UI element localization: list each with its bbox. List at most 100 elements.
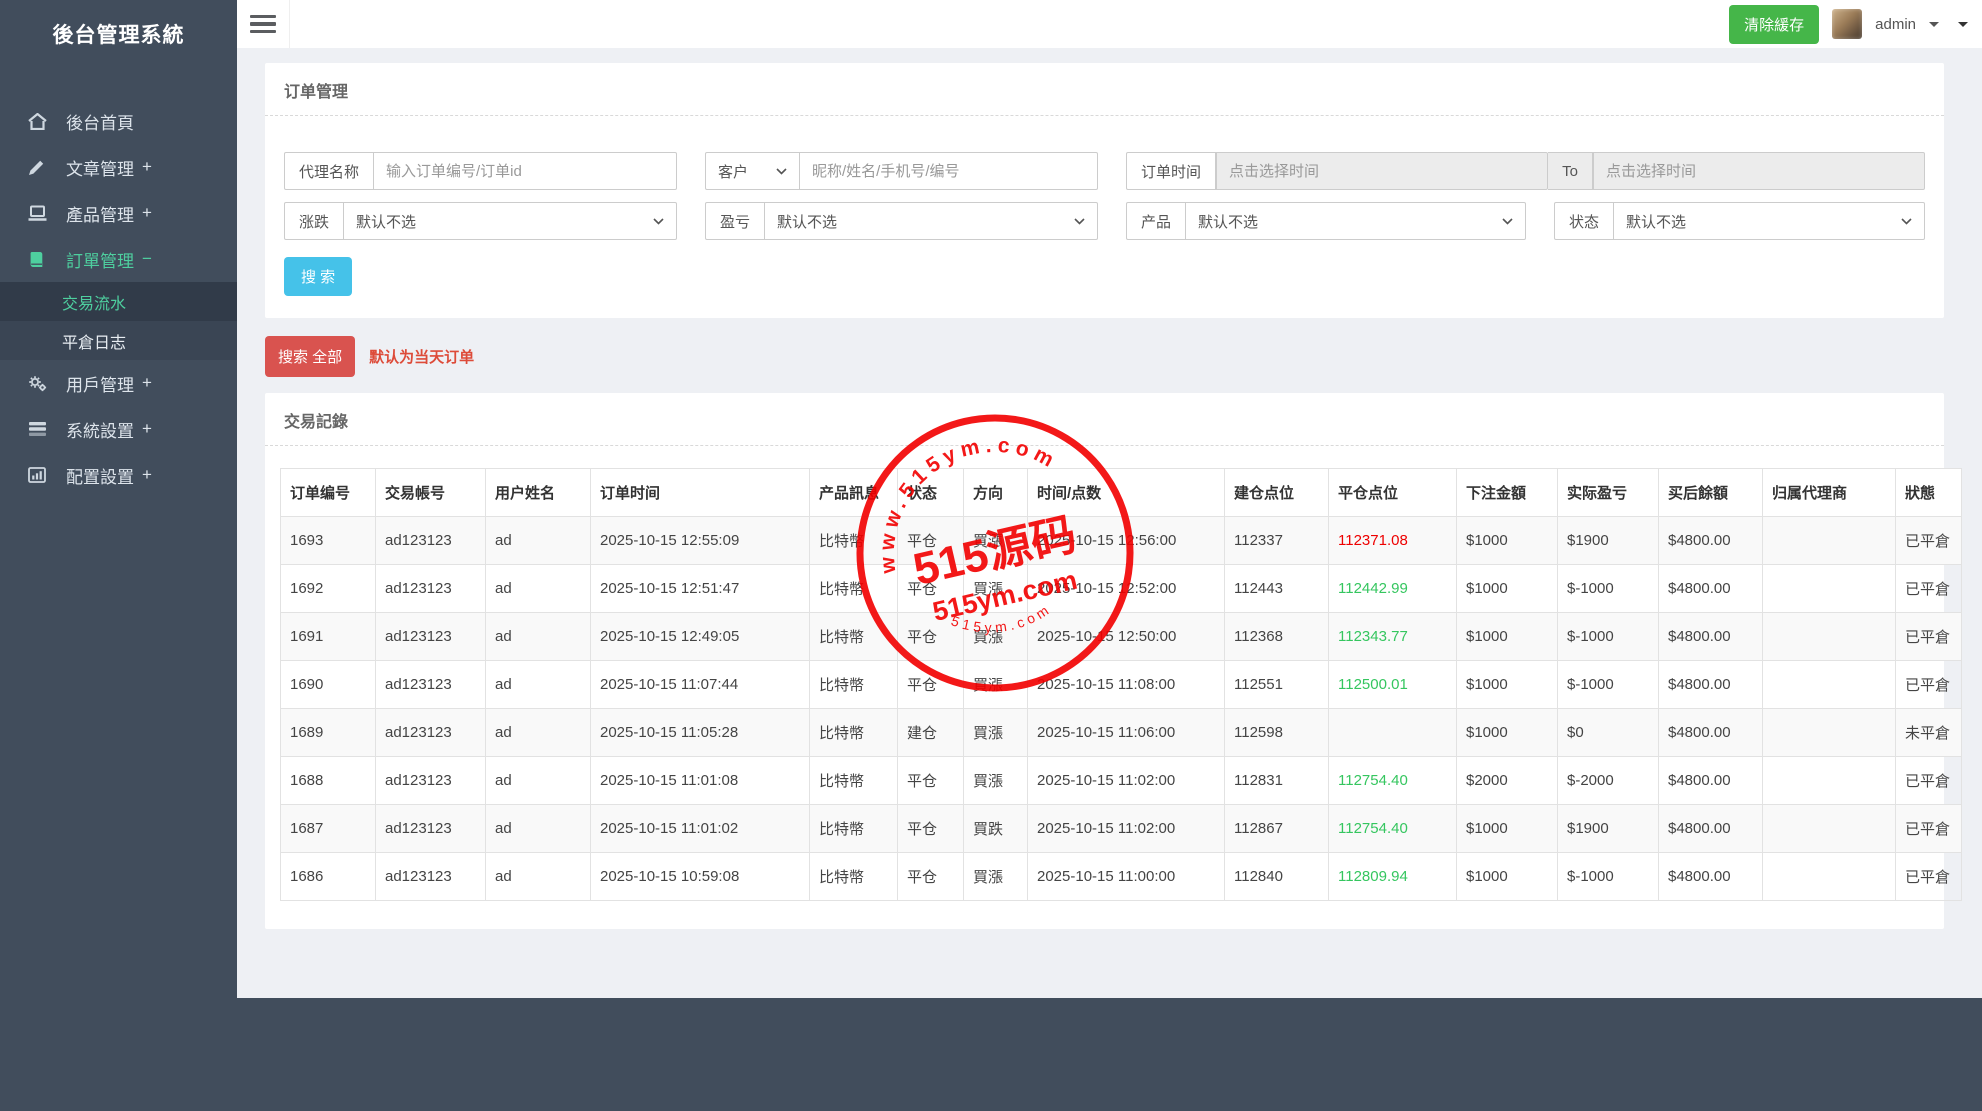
agent-label: 代理名称	[284, 152, 375, 190]
sidebar-nav: 後台首頁 文章管理 + 產品管理 + 訂單管理 − 交易流水 平倉日志 用戶管理…	[0, 98, 237, 498]
cell-account: ad123123	[375, 756, 486, 805]
cell-bet: $1000	[1456, 708, 1558, 757]
status-label: 状态	[1554, 202, 1615, 240]
caret-down-icon[interactable]	[1958, 21, 1968, 27]
sidebar-item-system[interactable]: 系統設置 +	[0, 406, 237, 452]
cell-product: 比特幣	[809, 852, 898, 901]
cell-user: ad	[485, 516, 591, 565]
cell-settle_time: 2025-10-15 12:52:00	[1027, 564, 1225, 613]
search-button[interactable]: 搜 索	[284, 257, 353, 296]
cell-order_time: 2025-10-15 11:01:08	[590, 756, 810, 805]
sidebar-subitem-close-log[interactable]: 平倉日志	[0, 321, 237, 360]
home-icon	[28, 112, 50, 130]
table-row: 1691 ad123123 ad 2025-10-15 12:49:05 比特幣 平仓 買漲…	[280, 612, 1962, 661]
page-title: 订单管理	[265, 63, 1944, 116]
search-all-button[interactable]: 搜索 全部	[265, 336, 356, 377]
table-row: 1688 ad123123 ad 2025-10-15 11:01:08 比特幣 平仓 買漲…	[280, 756, 1962, 805]
profit-select[interactable]: 默认不选	[765, 202, 1098, 240]
cell-close_point: 112371.08	[1328, 516, 1457, 565]
cell-account: ad123123	[375, 852, 486, 901]
cell-profit: $1900	[1557, 516, 1659, 565]
order-time-filter-group: 订单时间 To	[1126, 152, 1926, 190]
cell-direction: 買漲	[963, 564, 1028, 613]
cell-close_point: 112754.40	[1328, 756, 1457, 805]
customer-filter-group: 客户	[705, 152, 1098, 190]
cell-status: 建仓	[897, 708, 964, 757]
agent-input[interactable]	[374, 152, 677, 190]
cell-user: ad	[485, 564, 591, 613]
cell-agent	[1762, 516, 1896, 565]
cell-product: 比特幣	[809, 612, 898, 661]
sidebar-item-articles[interactable]: 文章管理 +	[0, 144, 237, 190]
sidebar-item-orders[interactable]: 訂單管理 −	[0, 236, 237, 282]
cell-bet: $1000	[1456, 804, 1558, 853]
cell-status: 平仓	[897, 852, 964, 901]
cell-open_point: 112831	[1224, 756, 1329, 805]
cell-profit: $-1000	[1557, 852, 1659, 901]
customer-input[interactable]	[800, 152, 1098, 190]
sidebar-item-label: 後台首頁	[66, 113, 134, 133]
cell-balance: $4800.00	[1658, 612, 1763, 661]
sidebar-item-products[interactable]: 產品管理 +	[0, 190, 237, 236]
column-header: 交易帳号	[375, 468, 486, 517]
records-card: 交易記錄 订单编号 交易帳号 用户姓名 订单时间 产品訊息 状态 方向 时间/点数 建仓点位 平仓…	[265, 393, 1962, 929]
cell-agent	[1762, 756, 1896, 805]
product-select[interactable]: 默认不选	[1186, 202, 1526, 240]
cell-settle_time: 2025-10-15 11:00:00	[1027, 852, 1225, 901]
column-header: 产品訊息	[809, 468, 898, 517]
sidebar-subitem-transactions[interactable]: 交易流水	[0, 282, 237, 321]
chevron-down-icon	[1074, 217, 1085, 225]
customer-select[interactable]: 客户	[705, 152, 800, 190]
username-label[interactable]: admin	[1875, 16, 1916, 33]
table-row: 1693 ad123123 ad 2025-10-15 12:55:09 比特幣 平仓 買漲…	[280, 516, 1962, 565]
cell-product: 比特幣	[809, 516, 898, 565]
cell-bet: $1000	[1456, 564, 1558, 613]
cell-balance: $4800.00	[1658, 564, 1763, 613]
records-table-body: 1693 ad123123 ad 2025-10-15 12:55:09 比特幣 平仓 買漲…	[280, 516, 1962, 901]
cell-product: 比特幣	[809, 708, 898, 757]
cell-agent	[1762, 612, 1896, 661]
cell-agent	[1762, 660, 1896, 709]
clear-cache-button[interactable]: 清除緩存	[1729, 4, 1820, 44]
avatar[interactable]	[1832, 9, 1863, 39]
cell-close_point: 112500.01	[1328, 660, 1457, 709]
records-table: 订单编号 交易帳号 用户姓名 订单时间 产品訊息 状态 方向 时间/点数 建仓点位 平仓点位 下注金…	[280, 468, 1962, 901]
cell-settle_time: 2025-10-15 11:02:00	[1027, 804, 1225, 853]
sidebar-item-users[interactable]: 用戶管理 +	[0, 360, 237, 406]
cell-profit: $-1000	[1557, 660, 1659, 709]
cell-product: 比特幣	[809, 660, 898, 709]
column-header: 归属代理商	[1762, 468, 1896, 517]
book-icon	[28, 250, 50, 268]
cell-direction: 買漲	[963, 852, 1028, 901]
cell-agent	[1762, 564, 1896, 613]
caret-down-icon[interactable]	[1929, 21, 1939, 27]
cell-close_point: 112343.77	[1328, 612, 1457, 661]
menu-toggle-button[interactable]	[237, 0, 290, 48]
cell-direction: 買跌	[963, 804, 1028, 853]
orders-submenu: 交易流水 平倉日志	[0, 282, 237, 360]
cell-order_time: 2025-10-15 10:59:08	[590, 852, 810, 901]
order-time-start-input[interactable]	[1216, 152, 1549, 190]
cell-id: 1691	[280, 612, 376, 661]
records-table-wrap: 订单编号 交易帳号 用户姓名 订单时间 产品訊息 状态 方向 时间/点数 建仓点位 平仓点位 下注金…	[265, 446, 1962, 929]
cell-order_time: 2025-10-15 12:49:05	[590, 612, 810, 661]
column-header: 订单时间	[590, 468, 810, 517]
footer-band	[0, 998, 1982, 1111]
cell-settle_time: 2025-10-15 11:08:00	[1027, 660, 1225, 709]
cell-settle_time: 2025-10-15 11:06:00	[1027, 708, 1225, 757]
order-time-end-input[interactable]	[1592, 152, 1926, 190]
cell-account: ad123123	[375, 516, 486, 565]
product-label: 产品	[1126, 202, 1187, 240]
updown-select[interactable]: 默认不选	[344, 202, 677, 240]
sidebar-item-config[interactable]: 配置設置 +	[0, 452, 237, 498]
status-select[interactable]: 默认不选	[1614, 202, 1925, 240]
cell-bet: $1000	[1456, 612, 1558, 661]
cell-status: 平仓	[897, 516, 964, 565]
cell-status: 平仓	[897, 564, 964, 613]
column-header: 狀態	[1895, 468, 1962, 517]
cell-balance: $4800.00	[1658, 804, 1763, 853]
cell-settle_time: 2025-10-15 11:02:00	[1027, 756, 1225, 805]
column-header: 时间/点数	[1027, 468, 1225, 517]
cell-balance: $4800.00	[1658, 660, 1763, 709]
sidebar-item-home[interactable]: 後台首頁	[0, 98, 237, 144]
